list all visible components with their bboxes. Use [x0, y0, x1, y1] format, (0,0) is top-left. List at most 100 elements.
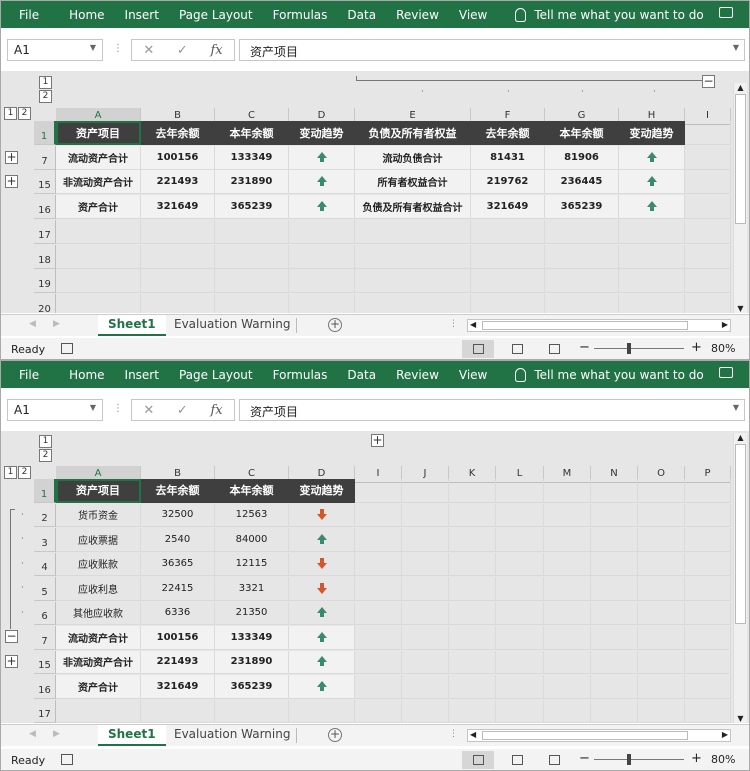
empty-cell[interactable]: [355, 244, 471, 269]
ribbon-tab-file[interactable]: File: [1, 8, 59, 22]
row-level-1-button[interactable]: 1: [4, 107, 17, 120]
sheet-tab-evaluation-warning[interactable]: Evaluation Warning: [164, 725, 300, 746]
ribbon-tab-data[interactable]: Data: [337, 8, 386, 22]
zoom-in-icon[interactable]: +: [691, 751, 702, 766]
data-cell[interactable]: 36365: [141, 552, 215, 577]
empty-cell[interactable]: [355, 293, 471, 313]
row-header-20[interactable]: 20: [34, 293, 56, 313]
empty-cell[interactable]: [471, 219, 545, 244]
empty-cell[interactable]: [544, 699, 591, 723]
data-cell[interactable]: 资产合计: [56, 675, 141, 699]
scroll-up-arrow-icon[interactable]: ▲: [734, 83, 747, 92]
vertical-scrollbar[interactable]: ▲ ▼: [733, 433, 747, 723]
data-cell[interactable]: 2540: [141, 528, 215, 552]
empty-cell[interactable]: [289, 269, 355, 294]
data-cell[interactable]: [496, 675, 544, 699]
empty-cell[interactable]: [355, 219, 471, 244]
collapse-group-button[interactable]: −: [5, 630, 18, 643]
data-cell[interactable]: 应收账款: [56, 552, 141, 577]
data-cell[interactable]: [402, 650, 449, 675]
data-cell[interactable]: [685, 195, 731, 220]
data-cell[interactable]: 236445: [545, 170, 619, 195]
header-cell[interactable]: [496, 479, 544, 503]
row-header-19[interactable]: 19: [34, 269, 56, 294]
header-cell[interactable]: [591, 479, 638, 503]
ribbon-tab-file[interactable]: File: [1, 368, 59, 382]
next-sheet-icon[interactable]: ▶: [53, 729, 60, 739]
header-cell[interactable]: 资产项目: [56, 479, 141, 503]
header-cell[interactable]: [685, 121, 731, 145]
macro-record-icon[interactable]: [61, 343, 73, 354]
row-header-5[interactable]: 5: [34, 577, 56, 601]
comments-icon[interactable]: [719, 7, 733, 18]
data-cell[interactable]: 应收利息: [56, 577, 141, 601]
header-cell[interactable]: 去年余额: [471, 121, 545, 145]
header-cell[interactable]: [355, 479, 402, 503]
empty-cell[interactable]: [638, 699, 685, 723]
chevron-down-icon[interactable]: ▼: [90, 43, 96, 52]
row-header-16[interactable]: 16: [34, 675, 56, 699]
data-cell[interactable]: 6336: [141, 601, 215, 626]
formula-input[interactable]: 资产项目 ▼: [239, 399, 745, 421]
data-cell[interactable]: [685, 650, 731, 675]
header-cell[interactable]: 变动趋势: [289, 121, 355, 145]
empty-cell[interactable]: [619, 269, 685, 294]
data-cell[interactable]: 321649: [141, 195, 215, 220]
header-cell[interactable]: 本年余额: [215, 121, 289, 145]
empty-cell[interactable]: [141, 219, 215, 244]
data-cell[interactable]: [496, 577, 544, 601]
data-cell[interactable]: 12563: [215, 503, 289, 528]
data-cell[interactable]: [289, 145, 355, 170]
data-cell[interactable]: [638, 552, 685, 577]
data-cell[interactable]: [289, 552, 355, 577]
data-cell[interactable]: 资产合计: [56, 195, 141, 220]
page-layout-view-button[interactable]: [501, 751, 533, 769]
data-cell[interactable]: [496, 626, 544, 650]
zoom-slider[interactable]: [594, 759, 684, 760]
data-cell[interactable]: 非流动资产合计: [56, 650, 141, 675]
data-cell[interactable]: [638, 528, 685, 552]
scroll-left-arrow-icon[interactable]: ◀: [470, 730, 476, 739]
data-cell[interactable]: [638, 577, 685, 601]
data-cell[interactable]: 32500: [141, 503, 215, 528]
empty-cell[interactable]: [215, 244, 289, 269]
header-cell[interactable]: 去年余额: [141, 121, 215, 145]
header-cell[interactable]: 去年余额: [141, 479, 215, 503]
row-header-6[interactable]: 6: [34, 601, 56, 626]
data-cell[interactable]: [591, 552, 638, 577]
row-header-17[interactable]: 17: [34, 699, 56, 723]
scroll-right-arrow-icon[interactable]: ▶: [722, 320, 728, 329]
expand-group-button[interactable]: +: [5, 654, 18, 668]
data-cell[interactable]: 365239: [545, 195, 619, 220]
data-cell[interactable]: [355, 675, 402, 699]
tell-me-search[interactable]: Tell me what you want to do: [497, 7, 704, 22]
data-cell[interactable]: [402, 552, 449, 577]
insert-function-icon[interactable]: fx: [210, 43, 222, 58]
empty-cell[interactable]: [449, 699, 496, 723]
data-cell[interactable]: [591, 528, 638, 552]
zoom-level[interactable]: 80%: [711, 753, 735, 766]
data-cell[interactable]: [591, 577, 638, 601]
data-cell[interactable]: [619, 170, 685, 195]
data-cell[interactable]: [355, 528, 402, 552]
data-cell[interactable]: [591, 503, 638, 528]
data-cell[interactable]: 133349: [215, 626, 289, 650]
empty-cell[interactable]: [685, 269, 731, 294]
scroll-right-arrow-icon[interactable]: ▶: [722, 730, 728, 739]
zoom-slider-thumb[interactable]: [627, 754, 631, 765]
sheet-tab-sheet1[interactable]: Sheet1: [98, 315, 166, 336]
data-cell[interactable]: [289, 528, 355, 552]
header-cell[interactable]: [638, 479, 685, 503]
page-layout-view-button[interactable]: [501, 340, 533, 358]
header-cell[interactable]: 变动趋势: [619, 121, 685, 145]
data-cell[interactable]: [496, 552, 544, 577]
data-cell[interactable]: [402, 601, 449, 626]
header-cell[interactable]: 负债及所有者权益: [355, 121, 471, 145]
outline-level-2-button[interactable]: 2: [39, 449, 52, 462]
data-cell[interactable]: 84000: [215, 528, 289, 552]
data-cell[interactable]: [402, 626, 449, 650]
tab-split-handle-icon[interactable]: ⋮: [449, 729, 458, 739]
data-cell[interactable]: [544, 552, 591, 577]
empty-cell[interactable]: [56, 699, 141, 723]
header-cell[interactable]: 本年余额: [545, 121, 619, 145]
